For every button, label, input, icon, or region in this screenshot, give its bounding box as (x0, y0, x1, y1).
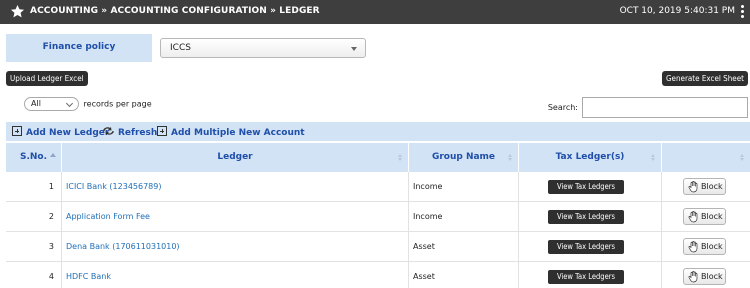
caret-down-icon (351, 47, 357, 51)
cell-group-name: Income (413, 182, 443, 191)
cell-sno: 2 (48, 212, 54, 221)
block-label: Block (701, 212, 723, 221)
star-icon[interactable] (10, 4, 25, 19)
cell-divider (408, 262, 409, 288)
block-button[interactable]: Block (683, 208, 726, 225)
sort-icon (398, 154, 402, 161)
cell-divider (61, 262, 62, 288)
cell-divider (61, 172, 62, 202)
hand-icon (688, 271, 698, 283)
cell-divider (408, 172, 409, 202)
cell-divider (661, 232, 662, 262)
cell-group-name: Asset (413, 272, 435, 281)
add-multiple-label: Add Multiple New Account (171, 128, 305, 138)
plus-box-icon (157, 126, 167, 136)
page-size-suffix: records per page (83, 99, 152, 109)
cell-divider (661, 172, 662, 202)
column-label-tax-ledgers: Tax Ledger(s) (555, 152, 625, 162)
hand-icon (688, 181, 698, 193)
cell-divider (408, 202, 409, 232)
page-size-value: All (31, 99, 41, 108)
search-input[interactable] (582, 97, 748, 118)
sort-icon (651, 154, 655, 161)
view-tax-ledgers-button[interactable]: View Tax Ledgers (548, 270, 624, 284)
kebab-menu-icon[interactable] (741, 5, 745, 18)
generate-excel-sheet-button[interactable]: Generate Excel Sheet (661, 71, 748, 86)
chevron-down-icon (65, 99, 74, 108)
block-label: Block (701, 242, 723, 251)
finance-policy-row: Finance policy ICCS (6, 34, 750, 62)
hand-icon (688, 241, 698, 253)
sort-icon (508, 154, 512, 161)
plus-box-icon (12, 126, 22, 136)
cell-sno: 4 (48, 272, 54, 281)
cell-divider (408, 232, 409, 262)
hand-icon (688, 211, 698, 223)
page-size-control: All records per page (24, 97, 152, 111)
cell-divider (518, 202, 519, 232)
refresh-button[interactable]: Refresh (102, 126, 157, 138)
finance-policy-value: ICCS (170, 43, 191, 53)
datetime-display: OCT 10, 2019 5:40:31 PM (619, 6, 735, 16)
sort-ascending-icon (50, 153, 56, 157)
cell-divider (61, 232, 62, 262)
column-header-ledger[interactable]: Ledger (62, 143, 408, 172)
column-header-group[interactable]: Group Name (409, 143, 518, 172)
ledger-link[interactable]: HDFC Bank (66, 262, 111, 288)
sort-icon (740, 154, 744, 161)
ledger-link[interactable]: ICICI Bank (123456789) (66, 172, 161, 202)
ledger-link[interactable]: Dena Bank (170611031010) (66, 232, 180, 262)
column-header-sno[interactable]: S.No. (6, 143, 61, 172)
search-label: Search: (547, 103, 578, 112)
column-label-sno: S.No. (19, 152, 48, 162)
column-label-group: Group Name (431, 152, 496, 162)
cell-group-name: Asset (413, 242, 435, 251)
block-button[interactable]: Block (683, 238, 726, 255)
block-button[interactable]: Block (683, 178, 726, 195)
table-toolbar: Add New Ledger Refresh Add Multiple New … (6, 122, 750, 141)
upload-ledger-excel-button[interactable]: Upload Ledger Excel (6, 71, 88, 86)
column-header-actions[interactable] (662, 143, 750, 172)
view-tax-ledgers-button[interactable]: View Tax Ledgers (548, 210, 624, 224)
cell-divider (518, 172, 519, 202)
view-tax-ledgers-button[interactable]: View Tax Ledgers (548, 240, 624, 254)
block-label: Block (701, 182, 723, 191)
column-header-tax-ledgers[interactable]: Tax Ledger(s) (519, 143, 661, 172)
refresh-label: Refresh (118, 128, 158, 138)
cell-divider (661, 262, 662, 288)
add-new-ledger-button[interactable]: Add New Ledger (12, 126, 109, 138)
cell-divider (518, 262, 519, 288)
breadcrumb: ACCOUNTING » ACCOUNTING CONFIGURATION » … (30, 6, 320, 16)
add-multiple-account-button[interactable]: Add Multiple New Account (157, 126, 305, 138)
table-row: 3 Dena Bank (170611031010) Asset View Ta… (6, 232, 750, 262)
table-header: S.No. Ledger Group Name Tax Ledger(s) (6, 143, 750, 172)
table-row: 1 ICICI Bank (123456789) Income View Tax… (6, 172, 750, 202)
cell-group-name: Income (413, 212, 443, 221)
add-new-ledger-label: Add New Ledger (26, 128, 110, 138)
column-label-ledger: Ledger (217, 152, 253, 162)
page-size-select[interactable]: All (24, 97, 79, 111)
cell-sno: 1 (48, 182, 54, 191)
refresh-icon (103, 127, 114, 135)
finance-policy-label: Finance policy (6, 34, 152, 62)
block-label: Block (701, 272, 723, 281)
table-row: 2 Application Form Fee Income View Tax L… (6, 202, 750, 232)
ledger-link[interactable]: Application Form Fee (66, 202, 150, 232)
view-tax-ledgers-button[interactable]: View Tax Ledgers (548, 180, 624, 194)
block-button[interactable]: Block (683, 268, 726, 285)
cell-sno: 3 (48, 242, 54, 251)
cell-divider (661, 202, 662, 232)
cell-divider (518, 232, 519, 262)
top-header-bar: ACCOUNTING » ACCOUNTING CONFIGURATION » … (0, 0, 750, 24)
finance-policy-select[interactable]: ICCS (160, 38, 366, 58)
table-row: 4 HDFC Bank Asset View Tax Ledgers Block (6, 262, 750, 288)
cell-divider (61, 202, 62, 232)
